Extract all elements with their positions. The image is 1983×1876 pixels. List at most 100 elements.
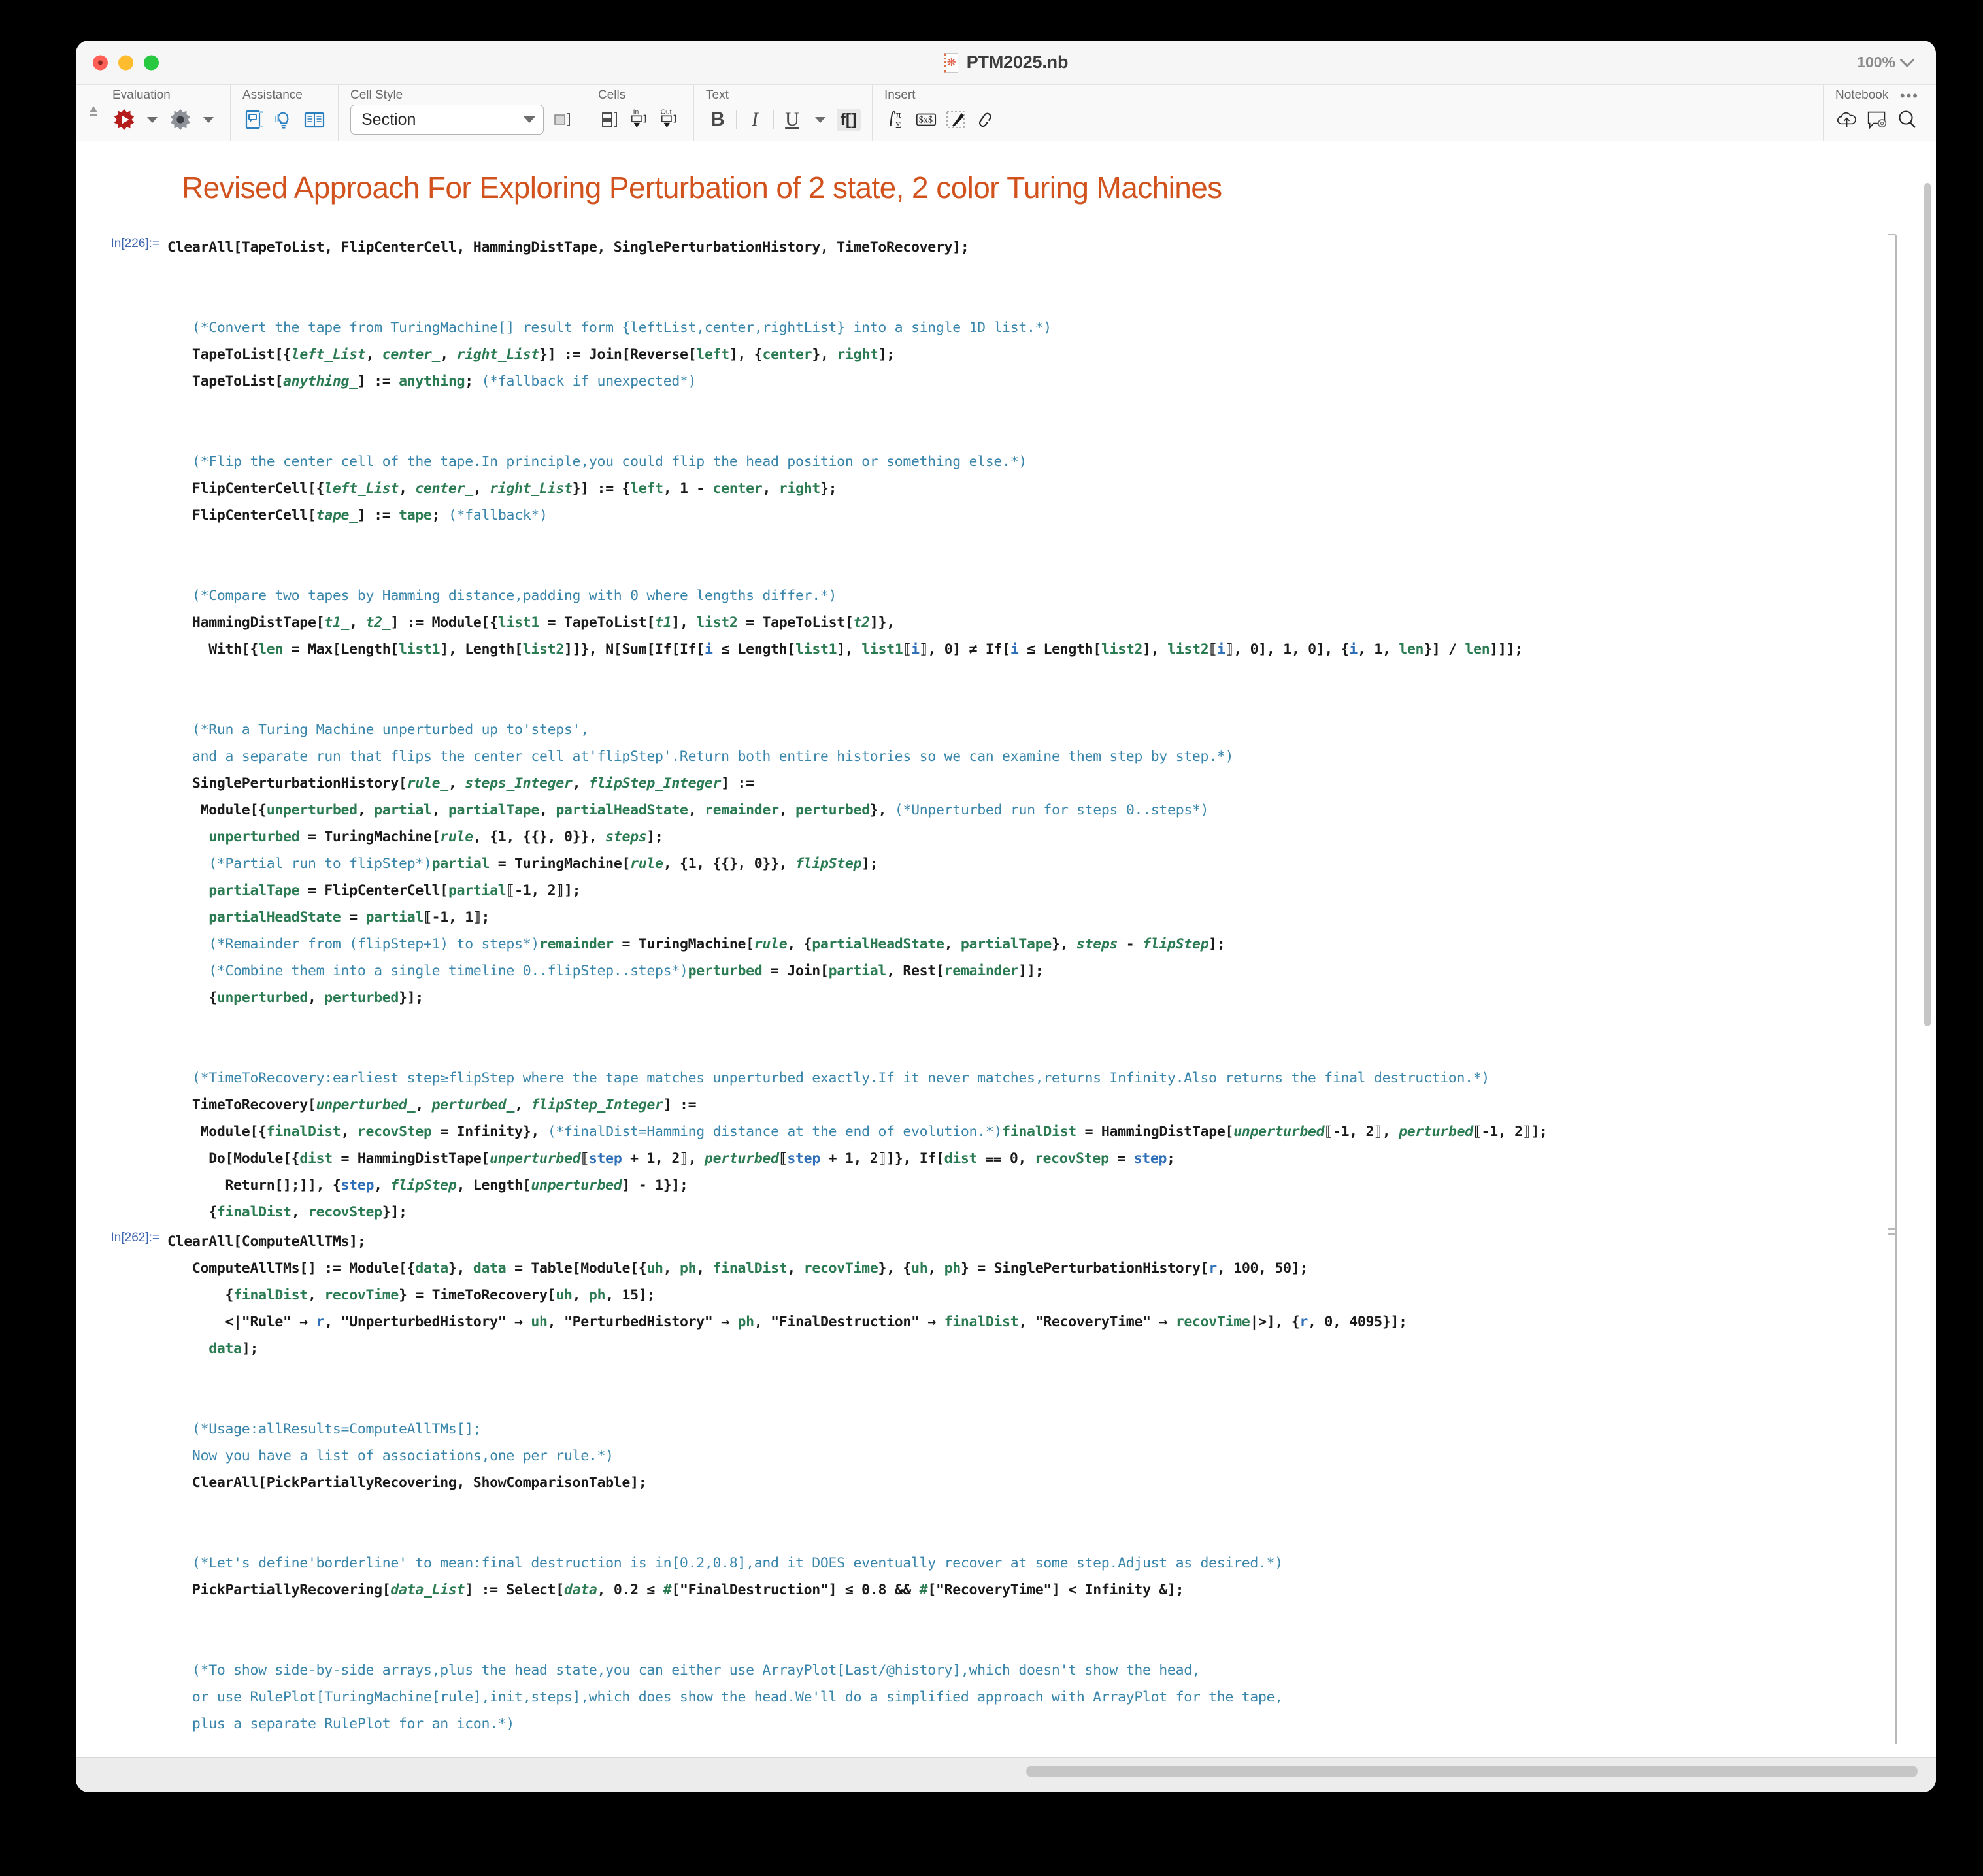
code-token: center: [712, 480, 763, 497]
italic-button[interactable]: I: [743, 108, 767, 131]
code-token: data: [415, 1260, 448, 1277]
toolbar-group-notebook-label: Notebook: [1835, 88, 1889, 102]
toolbar-group-assistance: Assistance: [231, 85, 339, 141]
bold-button[interactable]: B: [706, 108, 729, 131]
code-token: remainder: [539, 936, 614, 952]
split-cell-icon[interactable]: [598, 108, 622, 131]
code-token: or use RulePlot[TuringMachine[rule],init…: [167, 1689, 1283, 1705]
input-cell[interactable]: In[262]:= ClearAll[ComputeAllTMs]; Comput…: [97, 1228, 1897, 1792]
code-token: rule: [440, 829, 473, 845]
code-token: (*finalDist=Hamming distance at the end …: [547, 1124, 1003, 1140]
code-token: {: [167, 1204, 217, 1220]
abort-icon[interactable]: [169, 108, 192, 131]
chat-input-icon[interactable]: [242, 108, 266, 131]
code-token: ,: [572, 775, 589, 792]
toolbar-group-cell-style: Cell Style Section: [339, 85, 586, 141]
code-token: center_: [415, 480, 473, 497]
code-token: ] := Select[: [465, 1582, 564, 1598]
vertical-scrollbar-thumb[interactable]: [1924, 183, 1931, 1026]
evaluate-dropdown-caret[interactable]: [142, 108, 162, 131]
horizontal-scrollbar[interactable]: [76, 1757, 1936, 1792]
hyperlink-icon[interactable]: [975, 108, 998, 131]
notebook-settings-icon[interactable]: [1865, 108, 1889, 131]
cell-bracket[interactable]: [1888, 234, 1897, 1235]
search-icon[interactable]: [1895, 108, 1919, 131]
code-token: unperturbed: [216, 990, 308, 1006]
code-token: data: [563, 1582, 597, 1598]
insert-output-cell-icon[interactable]: Out: [658, 108, 682, 131]
code-token: uh: [911, 1260, 928, 1277]
code-token: ] - 1}];: [622, 1177, 688, 1194]
notebook-body[interactable]: Revised Approach For Exploring Perturbat…: [76, 141, 1936, 1792]
code-token: rule: [754, 936, 788, 952]
cell-style-select[interactable]: Section: [350, 105, 544, 135]
code-token: , Length[: [456, 1177, 531, 1194]
abort-dropdown-caret[interactable]: [199, 108, 218, 131]
code-token: uh: [646, 1260, 663, 1277]
code-line: (*Run a Turing Machine unperturbed up to…: [167, 716, 1897, 743]
code-token: FlipCenterCell[: [167, 507, 316, 524]
documentation-icon[interactable]: [303, 108, 326, 131]
chevron-down-icon: [1899, 52, 1915, 67]
code-token: <|"Rule" →: [167, 1314, 316, 1330]
code-token: ,: [944, 936, 961, 952]
code-token: (*Remainder from (flipStep+1) to steps*): [208, 936, 539, 952]
underline-button[interactable]: U: [780, 108, 804, 131]
toolbar-collapse-handle[interactable]: [86, 85, 101, 141]
input-cell[interactable]: In[226]:= ClearAll[TapeToList, FlipCenter…: [97, 234, 1897, 1235]
code-token: (*Unperturbed run for steps 0..steps*): [894, 802, 1209, 818]
notebook-file-icon: ❋: [943, 52, 958, 73]
vertical-scrollbar[interactable]: [1923, 144, 1932, 1790]
code-token: ];: [878, 346, 895, 363]
code-token: , 1,: [1358, 641, 1399, 658]
suggestions-icon[interactable]: [273, 108, 296, 131]
code-token: (*Partial run to flipStep*): [208, 856, 432, 872]
code-token: Return[];]], {: [167, 1177, 341, 1194]
code-token: t2_: [365, 614, 391, 631]
code-token: anything: [399, 373, 465, 390]
code-token: right_List: [456, 346, 540, 363]
code-token: data_List: [390, 1582, 465, 1598]
text-more-caret[interactable]: [810, 108, 830, 131]
insert-input-cell-icon[interactable]: In: [628, 108, 652, 131]
code-token: (*fallback if unexpected*): [481, 373, 697, 390]
code-token: }] /: [1424, 641, 1465, 658]
code-line: TapeToList[{left_List, center_, right_Li…: [167, 341, 1897, 368]
cell-code[interactable]: ClearAll[ComputeAllTMs]; ComputeAllTMs[]…: [167, 1228, 1897, 1792]
cell-code[interactable]: ClearAll[TapeToList, FlipCenterCell, Ham…: [167, 234, 1897, 1226]
publish-to-cloud-icon[interactable]: [1835, 108, 1859, 131]
code-token: tape: [399, 507, 432, 524]
evaluate-icon[interactable]: [112, 108, 136, 131]
cell-bracket-icon[interactable]: [550, 108, 574, 131]
drawing-tools-icon[interactable]: [944, 108, 968, 131]
code-token: = Table[Module[{: [506, 1260, 647, 1277]
toolbar-overflow-button[interactable]: •••: [1900, 89, 1919, 103]
zoom-level-label: 100%: [1857, 54, 1895, 71]
typesetting-icon[interactable]: π Σ: [884, 108, 908, 131]
cell-bracket[interactable]: [1888, 1228, 1897, 1792]
function-format-button[interactable]: f[]: [836, 108, 861, 131]
code-token: ,: [307, 990, 325, 1006]
window-title-group: ❋ PTM2025.nb: [76, 52, 1936, 73]
code-token: ,: [399, 480, 416, 497]
code-token: perturbed_: [431, 1097, 515, 1113]
code-token: list1: [861, 641, 903, 658]
code-token: step: [341, 1177, 375, 1194]
horizontal-scrollbar-thumb[interactable]: [1026, 1766, 1918, 1777]
code-token: finalDist: [216, 1204, 292, 1220]
code-line: (*Let's define'borderline' to mean:final…: [167, 1550, 1897, 1577]
code-line: Now you have a list of associations,one …: [167, 1443, 1897, 1469]
code-token: ph: [588, 1287, 606, 1303]
code-token: rule_: [407, 775, 449, 792]
code-line: (*Combine them into a single timeline 0.…: [167, 958, 1897, 984]
zoom-control[interactable]: 100%: [1857, 52, 1915, 71]
code-token: ]},: [869, 614, 895, 631]
wolfram-alpha-input-icon[interactable]: $x$: [914, 108, 938, 131]
code-token: TimeToRecovery[: [167, 1097, 316, 1113]
code-token: t1_: [324, 614, 350, 631]
